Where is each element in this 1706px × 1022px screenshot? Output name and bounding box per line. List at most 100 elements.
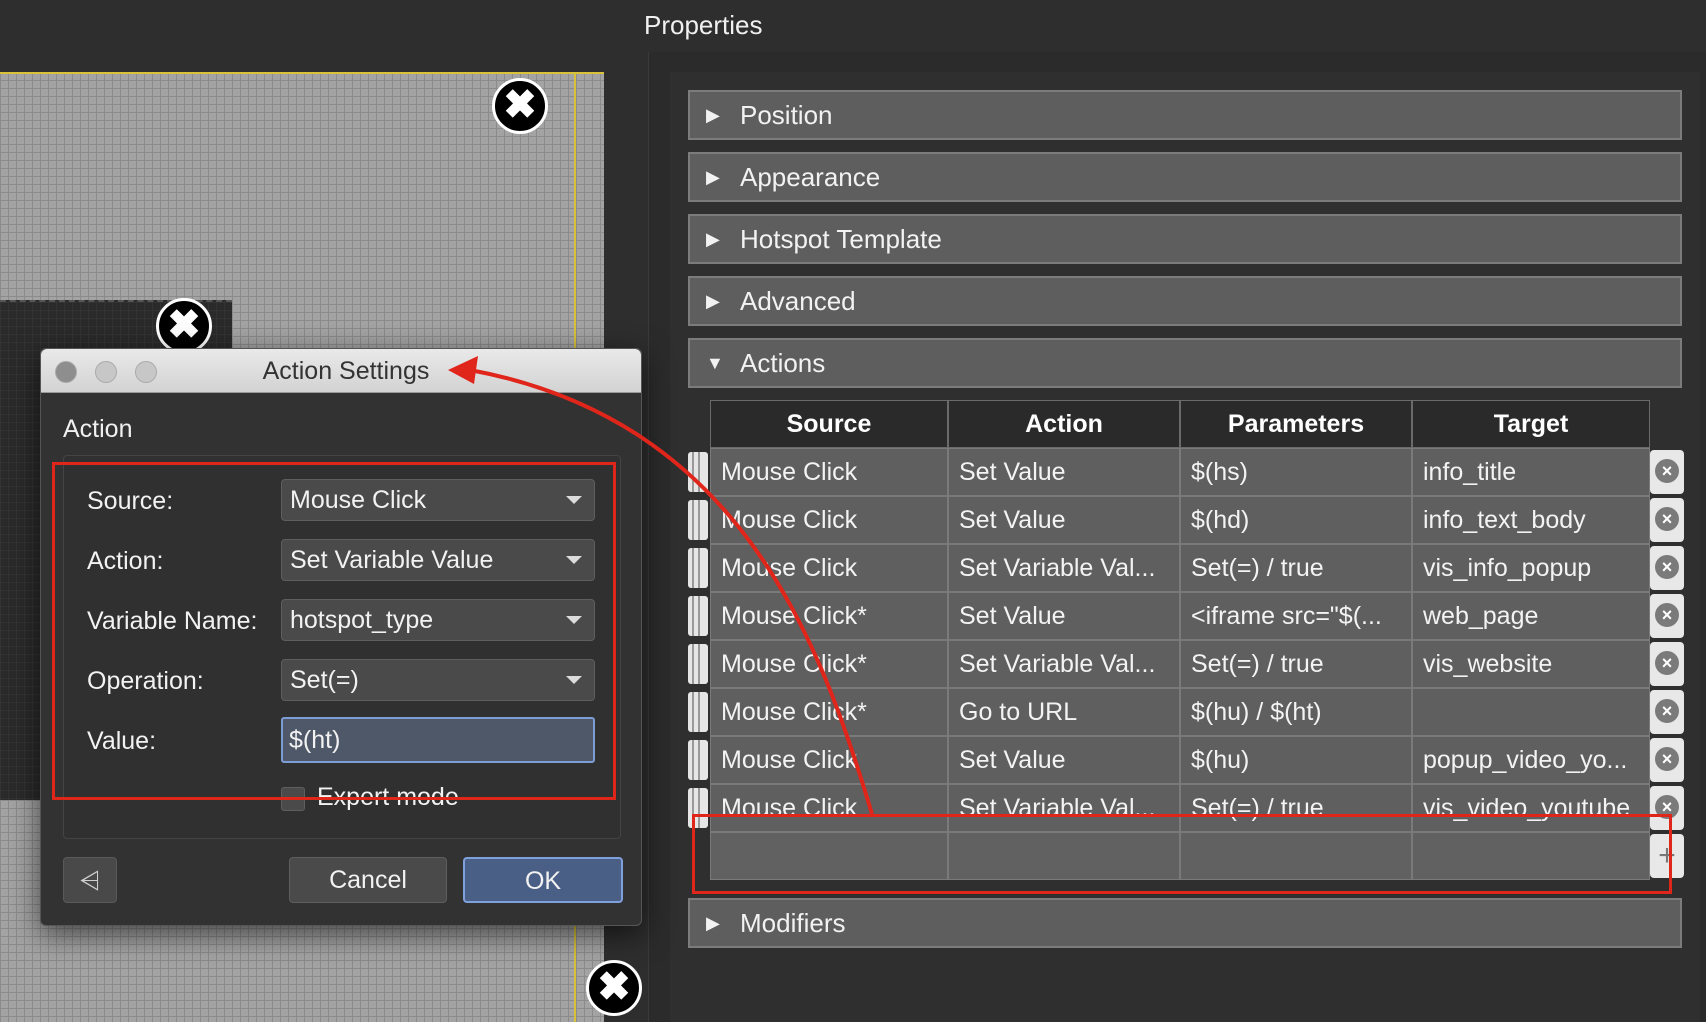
- section-label: Hotspot Template: [740, 224, 942, 254]
- parameters-cell[interactable]: Set(=) / true: [1180, 544, 1412, 592]
- source-cell[interactable]: Mouse Click*: [710, 592, 948, 640]
- source-cell[interactable]: Mouse Click: [710, 736, 948, 784]
- dialog-titlebar[interactable]: Action Settings: [41, 349, 641, 393]
- ok-button[interactable]: OK: [463, 857, 623, 903]
- action-cell[interactable]: Set Variable Val...: [948, 784, 1180, 832]
- table-row[interactable]: Mouse Click* Set Value <iframe src="$(... w…: [688, 592, 1684, 640]
- expert-mode-checkbox[interactable]: [281, 787, 305, 811]
- empty-cell[interactable]: [1412, 832, 1650, 880]
- source-cell[interactable]: Mouse Click: [710, 448, 948, 496]
- cancel-button[interactable]: Cancel: [289, 857, 447, 903]
- table-row[interactable]: Mouse Click Set Variable Val... Set(=) / t…: [688, 784, 1684, 832]
- expert-mode-label[interactable]: Expert mode: [317, 783, 459, 812]
- table-row[interactable]: Mouse Click Set Value $(hs) info_title ×: [688, 448, 1684, 496]
- delete-row-button[interactable]: ×: [1650, 690, 1684, 734]
- delete-row-button[interactable]: ×: [1650, 786, 1684, 830]
- empty-cell[interactable]: [1180, 832, 1412, 880]
- table-row[interactable]: Mouse Click* Go to URL $(hu) / $(ht) ×: [688, 688, 1684, 736]
- drag-handle-icon[interactable]: [688, 548, 708, 588]
- operation-label: Operation:: [87, 667, 204, 695]
- action-settings-dialog: Action Settings Action Source: Mouse Cli…: [40, 348, 642, 926]
- column-header-target[interactable]: Target: [1412, 400, 1650, 448]
- app-window: ✖ ✖ ✖ Properties ▶ Position ▶ Appearance…: [0, 0, 1706, 1022]
- hotspot-close-icon[interactable]: ✖: [586, 960, 642, 1016]
- drag-handle-icon[interactable]: [688, 788, 708, 828]
- drag-handle-icon[interactable]: [688, 692, 708, 732]
- source-cell[interactable]: Mouse Click: [710, 544, 948, 592]
- delete-row-button[interactable]: ×: [1650, 642, 1684, 686]
- drag-handle-icon[interactable]: [688, 740, 708, 780]
- delete-row-button[interactable]: ×: [1650, 594, 1684, 638]
- table-row[interactable]: Mouse Click Set Value $(hd) info_text_body ×: [688, 496, 1684, 544]
- section-advanced[interactable]: ▶ Advanced: [688, 276, 1682, 326]
- action-dropdown[interactable]: Set Variable Value: [281, 539, 595, 581]
- section-position[interactable]: ▶ Position: [688, 90, 1682, 140]
- chevron-down-icon: [566, 616, 582, 624]
- hotspot-close-icon[interactable]: ✖: [156, 298, 212, 354]
- target-cell[interactable]: info_text_body: [1412, 496, 1650, 544]
- target-cell[interactable]: web_page: [1412, 592, 1650, 640]
- action-cell[interactable]: Set Variable Val...: [948, 640, 1180, 688]
- section-hotspot-template[interactable]: ▶ Hotspot Template: [688, 214, 1682, 264]
- operation-dropdown[interactable]: Set(=): [281, 659, 595, 701]
- source-cell[interactable]: Mouse Click*: [710, 640, 948, 688]
- table-row[interactable]: Mouse Click* Set Variable Val... Set(=) / …: [688, 640, 1684, 688]
- action-cell[interactable]: Set Value: [948, 736, 1180, 784]
- parameters-cell[interactable]: Set(=) / true: [1180, 784, 1412, 832]
- source-dropdown[interactable]: Mouse Click: [281, 479, 595, 521]
- target-cell[interactable]: vis_info_popup: [1412, 544, 1650, 592]
- parameters-cell[interactable]: Set(=) / true: [1180, 640, 1412, 688]
- column-header-source[interactable]: Source: [710, 400, 948, 448]
- source-cell[interactable]: Mouse Click: [710, 496, 948, 544]
- hotspot-close-icon[interactable]: ✖: [492, 78, 548, 134]
- delete-icon: ×: [1655, 507, 1679, 531]
- parameters-cell[interactable]: $(hd): [1180, 496, 1412, 544]
- source-cell[interactable]: Mouse Click: [710, 784, 948, 832]
- parameters-cell[interactable]: <iframe src="$(...: [1180, 592, 1412, 640]
- action-cell[interactable]: Go to URL: [948, 688, 1180, 736]
- value-input[interactable]: $(ht): [281, 717, 595, 763]
- target-cell[interactable]: vis_video_youtube: [1412, 784, 1650, 832]
- section-actions[interactable]: ▼ Actions: [688, 338, 1682, 388]
- target-cell[interactable]: info_title: [1412, 448, 1650, 496]
- action-cell[interactable]: Set Value: [948, 592, 1180, 640]
- table-row[interactable]: Mouse Click Set Value $(hu) popup_video_yo.…: [688, 736, 1684, 784]
- drag-handle-icon[interactable]: [688, 452, 708, 492]
- parameters-cell[interactable]: $(hu): [1180, 736, 1412, 784]
- parameters-cell[interactable]: $(hs): [1180, 448, 1412, 496]
- source-cell[interactable]: Mouse Click*: [710, 688, 948, 736]
- section-appearance[interactable]: ▶ Appearance: [688, 152, 1682, 202]
- variable-name-dropdown[interactable]: hotspot_type: [281, 599, 595, 641]
- delete-row-button[interactable]: ×: [1650, 738, 1684, 782]
- empty-cell[interactable]: [710, 832, 948, 880]
- column-header-parameters[interactable]: Parameters: [1180, 400, 1412, 448]
- section-modifiers[interactable]: ▶ Modifiers: [688, 898, 1682, 948]
- delete-row-button[interactable]: ×: [1650, 450, 1684, 494]
- source-label: Source:: [87, 487, 174, 515]
- parameters-cell[interactable]: $(hu) / $(ht): [1180, 688, 1412, 736]
- table-row[interactable]: Mouse Click Set Variable Val... Set(=) / t…: [688, 544, 1684, 592]
- drag-handle-icon[interactable]: [688, 596, 708, 636]
- guide-line-horizontal: [0, 72, 604, 74]
- action-group-label: Action: [63, 415, 133, 443]
- column-header-action[interactable]: Action: [948, 400, 1180, 448]
- action-label: Action:: [87, 547, 164, 575]
- target-cell[interactable]: vis_website: [1412, 640, 1650, 688]
- action-cell[interactable]: Set Value: [948, 448, 1180, 496]
- delete-row-button[interactable]: ×: [1650, 498, 1684, 542]
- collapse-arrow-icon: ▼: [706, 353, 724, 373]
- target-cell[interactable]: popup_video_yo...: [1412, 736, 1650, 784]
- add-action-icon[interactable]: +: [1650, 834, 1684, 878]
- action-cell[interactable]: Set Variable Val...: [948, 544, 1180, 592]
- action-cell[interactable]: Set Value: [948, 496, 1180, 544]
- source-value: Mouse Click: [290, 486, 427, 514]
- drag-handle-icon[interactable]: [688, 644, 708, 684]
- expand-arrow-icon: ▶: [706, 167, 720, 187]
- empty-cell[interactable]: [948, 832, 1180, 880]
- share-icon[interactable]: ⩤: [63, 857, 117, 903]
- target-cell[interactable]: [1412, 688, 1650, 736]
- delete-row-button[interactable]: ×: [1650, 546, 1684, 590]
- drag-handle-icon[interactable]: [688, 500, 708, 540]
- new-action-row[interactable]: +: [710, 832, 1684, 880]
- variable-name-label: Variable Name:: [87, 607, 258, 635]
